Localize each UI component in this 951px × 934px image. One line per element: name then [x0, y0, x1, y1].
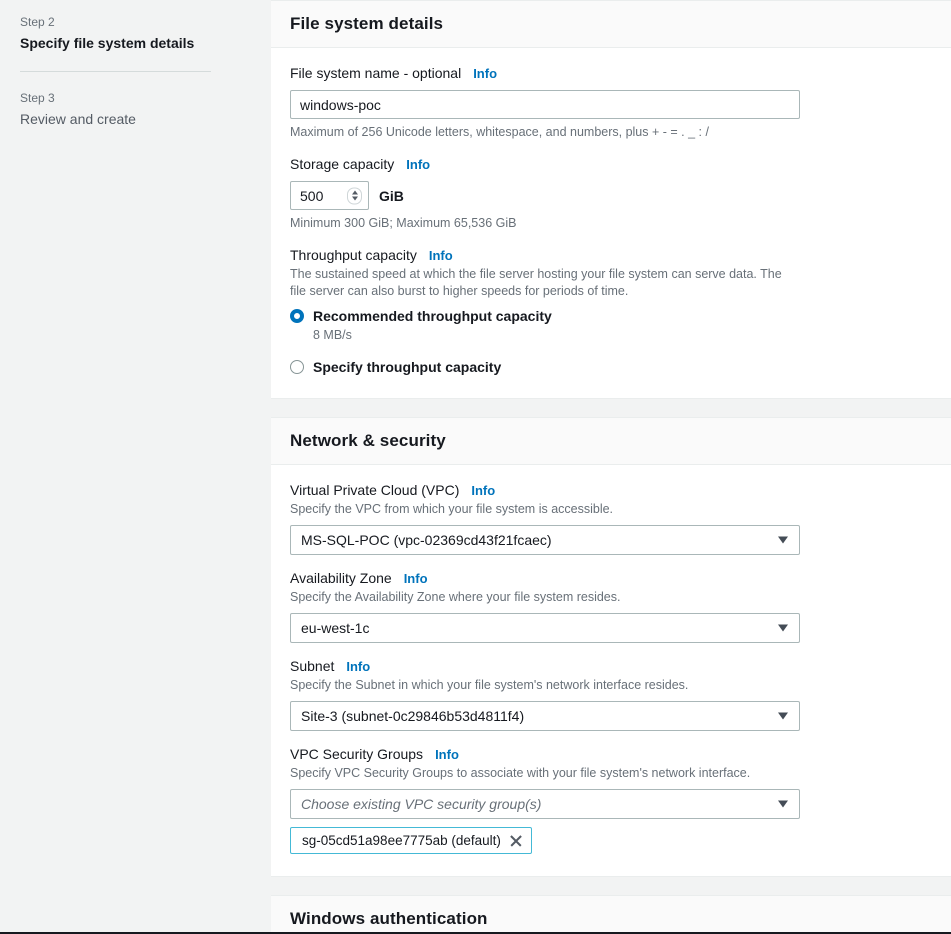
panel-file-system-details: File system details File system name - o…	[271, 0, 951, 399]
panel-header-network-and-security: Network & security	[271, 418, 951, 465]
close-icon[interactable]	[509, 834, 523, 848]
description-vpc-security-groups: Specify VPC Security Groups to associate…	[290, 766, 751, 780]
vpc-select-value: MS-SQL-POC (vpc-02369cd43f21fcaec)	[301, 532, 552, 548]
panel-network-and-security: Network & security Virtual Private Cloud…	[271, 417, 951, 877]
section-title-file-system-details: File system details	[290, 14, 444, 33]
storage-capacity-stepper[interactable]	[290, 181, 369, 210]
label-file-system-name: File system name - optional	[290, 65, 462, 81]
sidebar-divider	[20, 71, 211, 72]
radio-sub-recommended: 8 MB/s	[313, 328, 352, 342]
chevron-down-icon	[351, 196, 358, 201]
step-3-eyebrow: Step 3	[20, 91, 55, 105]
field-availability-zone: Availability Zone Info Specify the Avail…	[290, 569, 932, 643]
radio-icon-recommended[interactable]	[290, 309, 304, 323]
vpc-security-groups-placeholder: Choose existing VPC security group(s)	[301, 796, 542, 812]
description-subnet: Specify the Subnet in which your file sy…	[290, 678, 689, 692]
panel-header-windows-authentication: Windows authentication	[271, 896, 951, 934]
description-vpc: Specify the VPC from which your file sys…	[290, 502, 614, 516]
radio-specify-throughput-capacity[interactable]: Specify throughput capacity	[290, 358, 932, 376]
main-content: File system details File system name - o…	[271, 0, 951, 934]
description-availability-zone: Specify the Availability Zone where your…	[290, 590, 621, 604]
info-link-availability-zone[interactable]: Info	[404, 570, 428, 588]
radio-icon-specify[interactable]	[290, 360, 304, 374]
constraint-storage-capacity: Minimum 300 GiB; Maximum 65,536 GiB	[290, 216, 517, 230]
section-title-windows-authentication: Windows authentication	[290, 909, 488, 928]
label-vpc-security-groups: VPC Security Groups	[290, 746, 424, 762]
availability-zone-select[interactable]: eu-west-1c	[290, 613, 800, 643]
section-title-network-and-security: Network & security	[290, 431, 446, 450]
step-2-title: Specify file system details	[20, 35, 195, 51]
description-throughput-capacity: The sustained speed at which the file se…	[290, 267, 782, 298]
info-link-vpc[interactable]: Info	[471, 482, 495, 500]
chevron-down-icon	[778, 800, 788, 808]
sidebar-step-2[interactable]: Step 2 Specify file system details	[20, 14, 251, 52]
availability-zone-select-value: eu-west-1c	[301, 620, 370, 636]
label-vpc: Virtual Private Cloud (VPC)	[290, 482, 460, 498]
security-group-token-label: sg-05cd51a98ee7775ab (default)	[302, 833, 501, 848]
radio-label-specify: Specify throughput capacity	[313, 359, 502, 375]
field-file-system-name: File system name - optional Info Maximum…	[290, 64, 932, 141]
wizard-steps-sidebar: Step 2 Specify file system details Step …	[0, 0, 271, 934]
info-link-throughput-capacity[interactable]: Info	[429, 247, 453, 265]
chevron-down-icon	[778, 536, 788, 544]
label-storage-capacity: Storage capacity	[290, 156, 395, 172]
field-vpc-security-groups: VPC Security Groups Info Specify VPC Sec…	[290, 745, 932, 854]
subnet-select[interactable]: Site-3 (subnet-0c29846b53d4811f4)	[290, 701, 800, 731]
label-throughput-capacity: Throughput capacity	[290, 247, 417, 263]
info-link-vpc-security-groups[interactable]: Info	[435, 746, 459, 764]
step-2-eyebrow: Step 2	[20, 15, 55, 29]
file-system-name-input[interactable]	[290, 90, 800, 119]
info-link-subnet[interactable]: Info	[346, 658, 370, 676]
panel-body-file-system-details: File system name - optional Info Maximum…	[271, 48, 951, 398]
chevron-down-icon	[778, 624, 788, 632]
step-3-title: Review and create	[20, 111, 136, 127]
info-link-storage-capacity[interactable]: Info	[406, 156, 430, 174]
subnet-select-value: Site-3 (subnet-0c29846b53d4811f4)	[301, 708, 525, 724]
constraint-file-system-name: Maximum of 256 Unicode letters, whitespa…	[290, 125, 709, 139]
vpc-security-groups-select[interactable]: Choose existing VPC security group(s)	[290, 789, 800, 819]
label-availability-zone: Availability Zone	[290, 570, 392, 586]
chevron-down-icon	[778, 712, 788, 720]
stepper-arrows-icon[interactable]	[347, 187, 362, 204]
vpc-select[interactable]: MS-SQL-POC (vpc-02369cd43f21fcaec)	[290, 525, 800, 555]
field-subnet: Subnet Info Specify the Subnet in which …	[290, 657, 932, 731]
security-group-token[interactable]: sg-05cd51a98ee7775ab (default)	[290, 827, 532, 854]
radio-label-recommended: Recommended throughput capacity	[313, 308, 552, 324]
panel-windows-authentication: Windows authentication Microsoft Active …	[271, 895, 951, 934]
vpc-security-groups-token-list: sg-05cd51a98ee7775ab (default)	[290, 827, 932, 854]
label-subnet: Subnet	[290, 658, 335, 674]
field-throughput-capacity: Throughput capacity Info The sustained s…	[290, 246, 932, 376]
chevron-up-icon	[351, 190, 358, 195]
storage-capacity-input[interactable]	[291, 182, 343, 209]
panel-header-file-system-details: File system details	[271, 1, 951, 48]
throughput-capacity-radio-group: Recommended throughput capacity 8 MB/s S…	[290, 307, 932, 376]
info-link-file-system-name[interactable]: Info	[473, 65, 497, 83]
storage-capacity-unit: GiB	[379, 187, 404, 204]
wizard-page: Step 2 Specify file system details Step …	[0, 0, 951, 934]
sidebar-step-3[interactable]: Step 3 Review and create	[20, 90, 251, 128]
panel-body-network-and-security: Virtual Private Cloud (VPC) Info Specify…	[271, 465, 951, 876]
field-vpc: Virtual Private Cloud (VPC) Info Specify…	[290, 481, 932, 555]
radio-recommended-throughput-capacity[interactable]: Recommended throughput capacity 8 MB/s	[290, 307, 932, 344]
field-storage-capacity: Storage capacity Info GiB Mi	[290, 155, 932, 232]
